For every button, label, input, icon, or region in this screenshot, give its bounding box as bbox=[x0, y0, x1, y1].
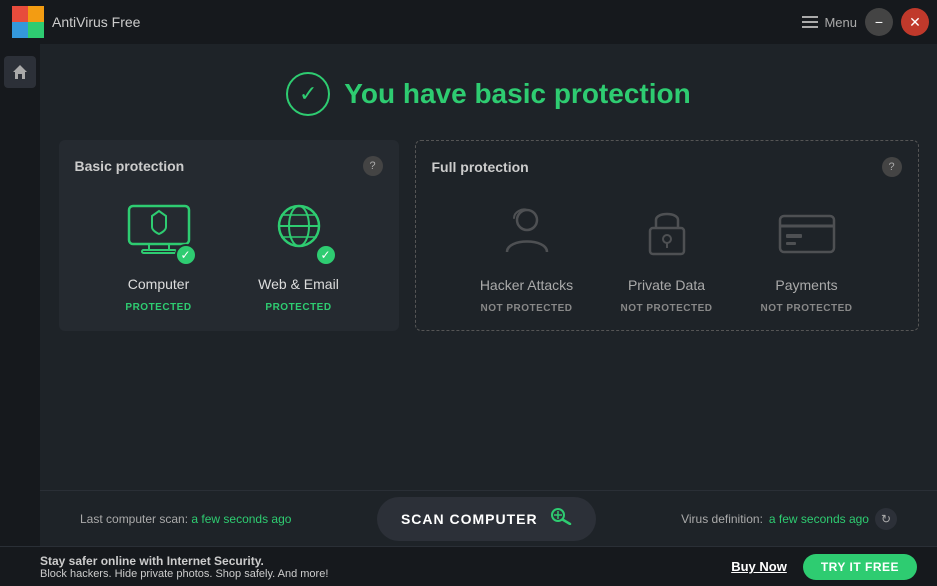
protection-title: You have basic protection bbox=[344, 78, 690, 110]
full-help-button[interactable]: ? bbox=[882, 157, 902, 177]
full-card-title: Full protection bbox=[432, 159, 529, 175]
scan-computer-button[interactable]: SCAN COMPUTER bbox=[377, 497, 596, 541]
computer-icon-wrap: ✓ bbox=[119, 196, 199, 266]
private-data-icon bbox=[632, 202, 702, 262]
hacker-icon-wrap bbox=[487, 197, 567, 267]
hacker-icon bbox=[492, 202, 562, 262]
virus-definition-info: Virus definition: a few seconds ago ↻ bbox=[681, 508, 897, 530]
payments-icon-wrap bbox=[767, 197, 847, 267]
web-email-item: ✓ Web & Email PROTECTED bbox=[239, 196, 359, 313]
minimize-button[interactable]: − bbox=[865, 8, 893, 36]
basic-card-title: Basic protection bbox=[75, 158, 185, 174]
refresh-button[interactable]: ↻ bbox=[875, 508, 897, 530]
buy-now-link[interactable]: Buy Now bbox=[731, 559, 787, 574]
avg-logo-icon bbox=[12, 6, 44, 38]
web-email-protected-badge: ✓ bbox=[315, 244, 337, 266]
try-free-button[interactable]: TRY IT FREE bbox=[803, 554, 917, 580]
hacker-attacks-item: Hacker Attacks NOT PROTECTED bbox=[467, 197, 587, 314]
payments-item: Payments NOT PROTECTED bbox=[747, 197, 867, 314]
private-data-item: Private Data NOT PROTECTED bbox=[607, 197, 727, 314]
last-scan-info: Last computer scan: a few seconds ago bbox=[80, 512, 291, 526]
footer-actions: Buy Now TRY IT FREE bbox=[731, 554, 917, 580]
private-data-status: NOT PROTECTED bbox=[620, 303, 712, 314]
basic-items-row: ✓ Computer PROTECTED bbox=[75, 196, 383, 313]
hamburger-icon bbox=[802, 16, 818, 28]
title-bar: AntiVirus Free Menu − ✕ bbox=[0, 0, 937, 44]
check-circle-icon: ✓ bbox=[286, 72, 330, 116]
full-protection-card: Full protection ? Hacker Attacks NOT PRO… bbox=[415, 140, 919, 331]
payments-label: Payments bbox=[775, 277, 837, 293]
web-email-label: Web & Email bbox=[258, 276, 339, 292]
main-content: ✓ You have basic protection Basic protec… bbox=[40, 44, 937, 498]
computer-protected-badge: ✓ bbox=[175, 244, 197, 266]
web-email-status: PROTECTED bbox=[265, 302, 331, 313]
full-items-row: Hacker Attacks NOT PROTECTED Private Dat… bbox=[432, 197, 902, 314]
scan-icon bbox=[550, 507, 572, 530]
bottom-bar: Last computer scan: a few seconds ago SC… bbox=[40, 490, 937, 546]
full-card-header: Full protection ? bbox=[432, 157, 902, 177]
private-data-label: Private Data bbox=[628, 277, 705, 293]
protection-header: ✓ You have basic protection bbox=[286, 44, 690, 140]
virus-time: a few seconds ago bbox=[769, 512, 869, 526]
menu-button[interactable]: Menu bbox=[802, 15, 857, 30]
close-button[interactable]: ✕ bbox=[901, 8, 929, 36]
hacker-status: NOT PROTECTED bbox=[480, 303, 572, 314]
basic-help-button[interactable]: ? bbox=[363, 156, 383, 176]
payments-status: NOT PROTECTED bbox=[760, 303, 852, 314]
app-logo: AntiVirus Free bbox=[12, 6, 140, 38]
footer-banner: Stay safer online with Internet Security… bbox=[0, 546, 937, 586]
footer-text: Stay safer online with Internet Security… bbox=[40, 554, 328, 580]
hacker-label: Hacker Attacks bbox=[480, 277, 573, 293]
sidebar-home-button[interactable] bbox=[4, 56, 36, 88]
private-data-icon-wrap bbox=[627, 197, 707, 267]
sidebar bbox=[0, 44, 40, 586]
window-controls: Menu − ✕ bbox=[802, 8, 929, 36]
scan-search-icon bbox=[550, 507, 572, 525]
protection-cards: Basic protection ? ✓ Computer bbox=[59, 140, 919, 331]
web-email-icon-wrap: ✓ bbox=[259, 196, 339, 266]
scan-time: a few seconds ago bbox=[191, 512, 291, 526]
computer-status: PROTECTED bbox=[125, 302, 191, 313]
computer-item: ✓ Computer PROTECTED bbox=[99, 196, 219, 313]
home-icon bbox=[12, 64, 28, 80]
app-title: AntiVirus Free bbox=[52, 14, 140, 30]
basic-card-header: Basic protection ? bbox=[75, 156, 383, 176]
computer-label: Computer bbox=[128, 276, 189, 292]
basic-protection-card: Basic protection ? ✓ Computer bbox=[59, 140, 399, 331]
payments-icon bbox=[772, 202, 842, 262]
